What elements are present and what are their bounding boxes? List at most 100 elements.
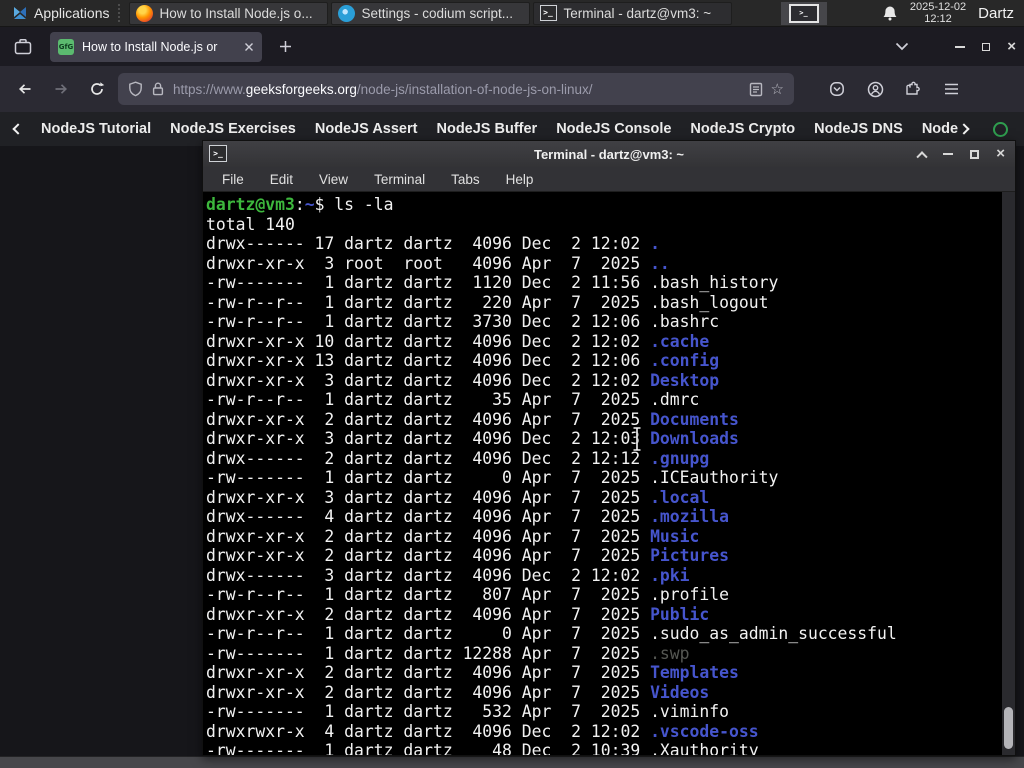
terminal-listing-row: drwx------ 4 dartz dartz 4096 Apr 7 2025… — [206, 507, 1001, 527]
taskbar-window-firefox[interactable]: How to Install Node.js o... — [128, 1, 328, 25]
terminal-listing-row: drwxr-xr-x 2 dartz dartz 4096 Apr 7 2025… — [206, 683, 1001, 703]
window-close-button[interactable]: × — [1007, 39, 1016, 54]
taskbar-window-label: Settings - codium script... — [361, 5, 514, 21]
listing-prefix: -rw-r--r-- 1 dartz dartz 35 Apr 7 2025 — [206, 390, 651, 409]
menu-help[interactable]: Help — [493, 172, 547, 187]
terminal-icon: >_ — [539, 5, 557, 21]
terminal-content[interactable]: dartz@vm3:~$ ls -la total 140 drwx------… — [203, 192, 1015, 755]
terminal-listing-row: -rw-r--r-- 1 dartz dartz 35 Apr 7 2025 .… — [206, 390, 1001, 410]
total-line: total 140 — [206, 214, 295, 234]
tab-close-icon[interactable] — [244, 42, 254, 52]
listing-prefix: -rw------- 1 dartz dartz 532 Apr 7 2025 — [206, 702, 651, 721]
terminal-scrollbar-thumb[interactable] — [1004, 707, 1013, 749]
listing-prefix: drwxr-xr-x 2 dartz dartz 4096 Apr 7 2025 — [206, 682, 651, 702]
terminal-listing-row: drwxr-xr-x 2 dartz dartz 4096 Apr 7 2025… — [206, 546, 1001, 566]
user-menu[interactable]: Dartz — [978, 5, 1014, 22]
forward-arrow-icon — [55, 84, 68, 94]
nav-scroll-left-icon[interactable] — [12, 123, 24, 135]
notification-bell-icon[interactable] — [882, 5, 898, 22]
pocket-icon — [830, 82, 844, 96]
terminal-listing-row: drwxr-xr-x 3 root root 4096 Apr 7 2025 .… — [206, 254, 1001, 274]
account-button[interactable] — [860, 74, 890, 104]
terminal-shade-button[interactable] — [916, 151, 928, 163]
listing-prefix: drwxr-xr-x 2 dartz dartz 4096 Apr 7 2025 — [206, 526, 651, 546]
bookmark-star-icon[interactable]: ☆ — [771, 80, 784, 98]
listing-prefix: drwxr-xr-x 2 dartz dartz 4096 Apr 7 2025 — [206, 604, 651, 624]
terminal-close-button[interactable]: × — [996, 146, 1005, 161]
reader-mode-icon[interactable] — [749, 82, 763, 97]
terminal-listing-row: -rw------- 1 dartz dartz 1120 Dec 2 11:5… — [206, 273, 1001, 293]
terminal-minimize-button[interactable] — [943, 153, 954, 155]
listing-filename: .viminfo — [650, 702, 730, 721]
listing-filename: Desktop — [650, 370, 720, 390]
nav-item-buffer[interactable]: NodeJS Buffer — [436, 121, 537, 137]
pocket-button[interactable] — [822, 74, 852, 104]
nav-scroll-right-icon[interactable] — [958, 123, 970, 135]
firefox-view-button[interactable] — [8, 32, 38, 62]
panel-clock[interactable]: 2025-12-02 12:12 — [910, 1, 966, 25]
lock-icon[interactable] — [151, 81, 165, 97]
back-button[interactable] — [10, 74, 40, 104]
menu-edit[interactable]: Edit — [257, 172, 306, 187]
workspace-switcher[interactable]: >_ — [780, 1, 827, 25]
nav-item-tutorial[interactable]: NodeJS Tutorial — [41, 121, 151, 137]
nav-item-dns[interactable]: NodeJS DNS — [814, 121, 903, 137]
menu-file[interactable]: File — [209, 172, 257, 187]
url-bar[interactable]: https://www.geeksforgeeks.org/node-js/in… — [118, 73, 794, 105]
listing-prefix: drwxr-xr-x 3 dartz dartz 4096 Dec 2 12:0… — [206, 429, 651, 448]
extensions-button[interactable] — [898, 74, 928, 104]
clock-date: 2025-12-02 — [909, 1, 967, 13]
listing-prefix: drwxr-xr-x 2 dartz dartz 4096 Apr 7 2025 — [206, 663, 651, 682]
listing-prefix: drwx------ 2 dartz dartz 4096 Dec 2 12:1… — [206, 448, 651, 468]
listing-prefix: -rw------- 1 dartz dartz 48 Dec 2 10:39 — [206, 741, 651, 755]
taskbar-window-codium[interactable]: Settings - codium script... — [330, 1, 530, 25]
clock-time: 12:12 — [924, 13, 952, 25]
firefox-view-icon — [14, 38, 32, 54]
menu-button[interactable] — [936, 74, 966, 104]
window-minimize-button[interactable] — [955, 45, 966, 48]
listing-filename: .local — [650, 487, 710, 507]
listing-filename: .bash_history — [650, 273, 779, 292]
list-all-tabs-button[interactable] — [887, 32, 917, 62]
search-icon[interactable] — [993, 121, 1009, 137]
tracking-shield-icon[interactable] — [128, 81, 143, 97]
terminal-listing-row: -rw------- 1 dartz dartz 0 Apr 7 2025 .I… — [206, 468, 1001, 488]
reload-button[interactable] — [82, 74, 112, 104]
nav-item-exercises[interactable]: NodeJS Exercises — [170, 121, 296, 137]
nav-item-console[interactable]: NodeJS Console — [556, 121, 671, 137]
nav-item-crypto[interactable]: NodeJS Crypto — [690, 121, 795, 137]
chevron-down-icon — [896, 42, 909, 51]
new-tab-button[interactable] — [270, 32, 300, 62]
listing-prefix: -rw------- 1 dartz dartz 0 Apr 7 2025 — [206, 468, 651, 487]
terminal-maximize-button[interactable] — [970, 149, 980, 159]
terminal-icon: >_ — [209, 145, 227, 162]
listing-filename: .bash_logout — [650, 292, 769, 312]
terminal-listing-row: drwx------ 17 dartz dartz 4096 Dec 2 12:… — [206, 234, 1001, 254]
taskbar-window-label: How to Install Node.js o... — [159, 5, 313, 21]
menu-view[interactable]: View — [306, 172, 361, 187]
listing-prefix: drwxr-xr-x 2 dartz dartz 4096 Apr 7 2025 — [206, 546, 651, 565]
prompt-user-host: dartz@vm3 — [206, 195, 295, 214]
listing-prefix: -rw------- 1 dartz dartz 12288 Apr 7 202… — [206, 643, 651, 663]
menu-tabs[interactable]: Tabs — [438, 172, 493, 187]
nav-item-truncated[interactable]: Node — [922, 121, 970, 137]
forward-button[interactable] — [46, 74, 76, 104]
window-maximize-button[interactable] — [982, 42, 991, 51]
nav-item-assert[interactable]: NodeJS Assert — [315, 121, 418, 137]
listing-filename: .ICEauthority — [650, 468, 779, 487]
listing-prefix: -rw-r--r-- 1 dartz dartz 3730 Dec 2 12:0… — [206, 312, 651, 331]
listing-filename: .. — [650, 253, 670, 273]
listing-prefix: drwxr-xr-x 13 dartz dartz 4096 Dec 2 12:… — [206, 351, 651, 370]
browser-tab-active[interactable]: GfG How to Install Node.js or — [50, 31, 262, 62]
tab-title: How to Install Node.js or — [82, 39, 218, 54]
terminal-title-bar[interactable]: >_ Terminal - dartz@vm3: ~ × — [203, 141, 1015, 167]
applications-menu-button[interactable]: Applications — [8, 0, 114, 27]
listing-filename: . — [650, 234, 660, 253]
listing-prefix: drwx------ 3 dartz dartz 4096 Dec 2 12:0… — [206, 565, 651, 585]
mouse-ibeam-cursor — [633, 426, 641, 452]
terminal-scrollbar[interactable] — [1002, 192, 1015, 755]
taskbar-window-terminal[interactable]: >_ Terminal - dartz@vm3: ~ — [532, 1, 732, 25]
listing-prefix: drwxr-xr-x 10 dartz dartz 4096 Dec 2 12:… — [206, 331, 651, 351]
menu-terminal[interactable]: Terminal — [361, 172, 438, 187]
listing-prefix: drwxr-xr-x 2 dartz dartz 4096 Apr 7 2025 — [206, 409, 651, 429]
